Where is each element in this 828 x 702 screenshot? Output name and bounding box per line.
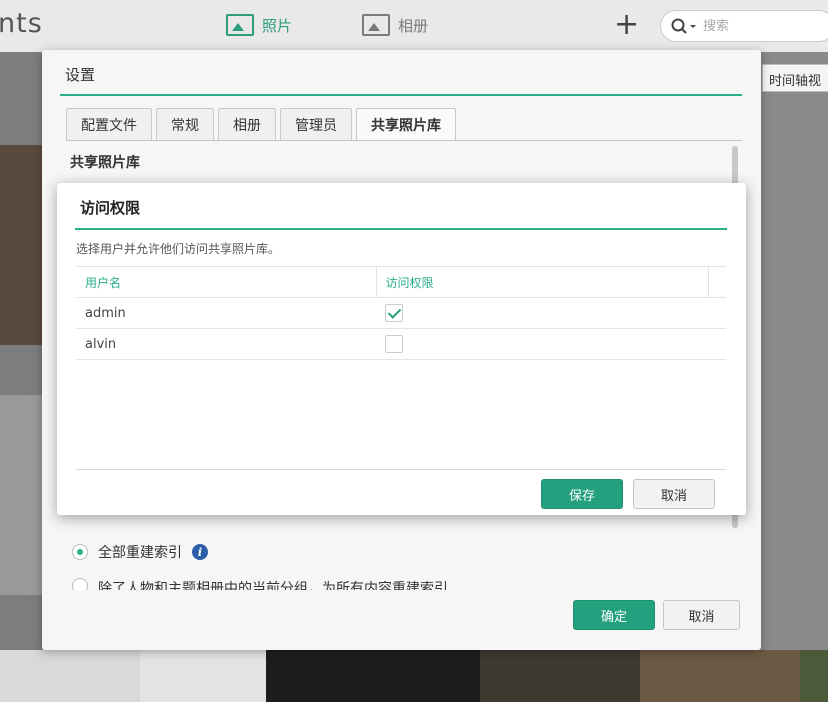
background-thumbnail (640, 650, 800, 702)
spacer-cell (708, 328, 726, 360)
tab-profile[interactable]: 配置文件 (66, 108, 152, 140)
username-cell: admin (76, 297, 376, 329)
footer-divider (76, 469, 726, 470)
access-cancel-button[interactable]: 取消 (633, 479, 715, 509)
info-icon[interactable]: i (192, 544, 208, 560)
tab-photos-label: 照片 (262, 16, 293, 35)
settings-tabs: 配置文件 常规 相册 管理员 共享照片库 (66, 108, 456, 141)
access-permission-dialog: 访问权限 选择用户并允许他们访问共享照片库。 用户名 访问权限 admin al… (57, 183, 746, 515)
tab-general[interactable]: 常规 (156, 108, 214, 140)
settings-title: 设置 (65, 66, 96, 84)
access-cell (376, 297, 708, 329)
access-title-divider (75, 228, 727, 230)
app-logo: nts (0, 8, 43, 39)
app-header: nts 照片 相册 + (0, 0, 828, 52)
ok-button[interactable]: 确定 (573, 600, 655, 630)
access-cell (376, 328, 708, 360)
spacer-cell (708, 297, 726, 329)
tab-divider (66, 140, 742, 141)
background-thumbnail-strip (0, 650, 828, 702)
table-header-row: 用户名 访问权限 (76, 266, 726, 298)
reindex-partial-radio[interactable] (72, 578, 88, 590)
tab-shared-library[interactable]: 共享照片库 (356, 108, 456, 141)
tab-album[interactable]: 相册 (218, 108, 276, 140)
reindex-partial-option[interactable]: 除了人物和主题相册中的当前分组，为所有内容重建索引 (72, 578, 448, 590)
add-button[interactable]: + (614, 10, 639, 40)
settings-cancel-button[interactable]: 取消 (663, 600, 740, 630)
background-thumbnail (480, 650, 640, 702)
column-header-spacer (708, 266, 726, 298)
search-icon (671, 18, 696, 34)
tab-administrator[interactable]: 管理员 (280, 108, 352, 140)
photo-icon (226, 14, 254, 36)
reindex-all-radio[interactable] (72, 544, 88, 560)
user-access-table: 用户名 访问权限 admin alvin (76, 266, 726, 360)
save-button[interactable]: 保存 (541, 479, 623, 509)
reindex-partial-label: 除了人物和主题相册中的当前分组，为所有内容重建索引 (98, 581, 448, 590)
access-checkbox[interactable] (385, 304, 403, 322)
username-cell: alvin (76, 328, 376, 360)
album-icon (362, 14, 390, 36)
tab-albums[interactable]: 相册 (362, 14, 428, 36)
background-thumbnail (266, 650, 480, 702)
access-description: 选择用户并允许他们访问共享照片库。 (76, 242, 281, 256)
background-photo (0, 395, 42, 595)
reindex-all-option[interactable]: 全部重建索引 i (72, 542, 208, 562)
table-row[interactable]: alvin (76, 328, 726, 360)
access-checkbox[interactable] (385, 335, 403, 353)
column-header-username[interactable]: 用户名 (76, 266, 377, 298)
section-heading: 共享照片库 (70, 155, 140, 171)
tab-photos[interactable]: 照片 (226, 14, 292, 36)
background-thumbnail (140, 650, 266, 702)
table-row[interactable]: admin (76, 297, 726, 329)
reindex-all-label: 全部重建索引 (98, 545, 182, 561)
access-dialog-title: 访问权限 (80, 199, 141, 217)
timeline-view-button[interactable]: 时间轴视 (762, 64, 828, 92)
background-photo (0, 145, 42, 345)
settings-title-divider (60, 94, 742, 96)
background-thumbnail (0, 650, 140, 702)
background-thumbnail (800, 650, 828, 702)
search-input[interactable] (703, 18, 803, 34)
search-box[interactable] (660, 10, 828, 42)
column-header-access[interactable]: 访问权限 (376, 266, 709, 298)
tab-albums-label: 相册 (398, 16, 429, 35)
